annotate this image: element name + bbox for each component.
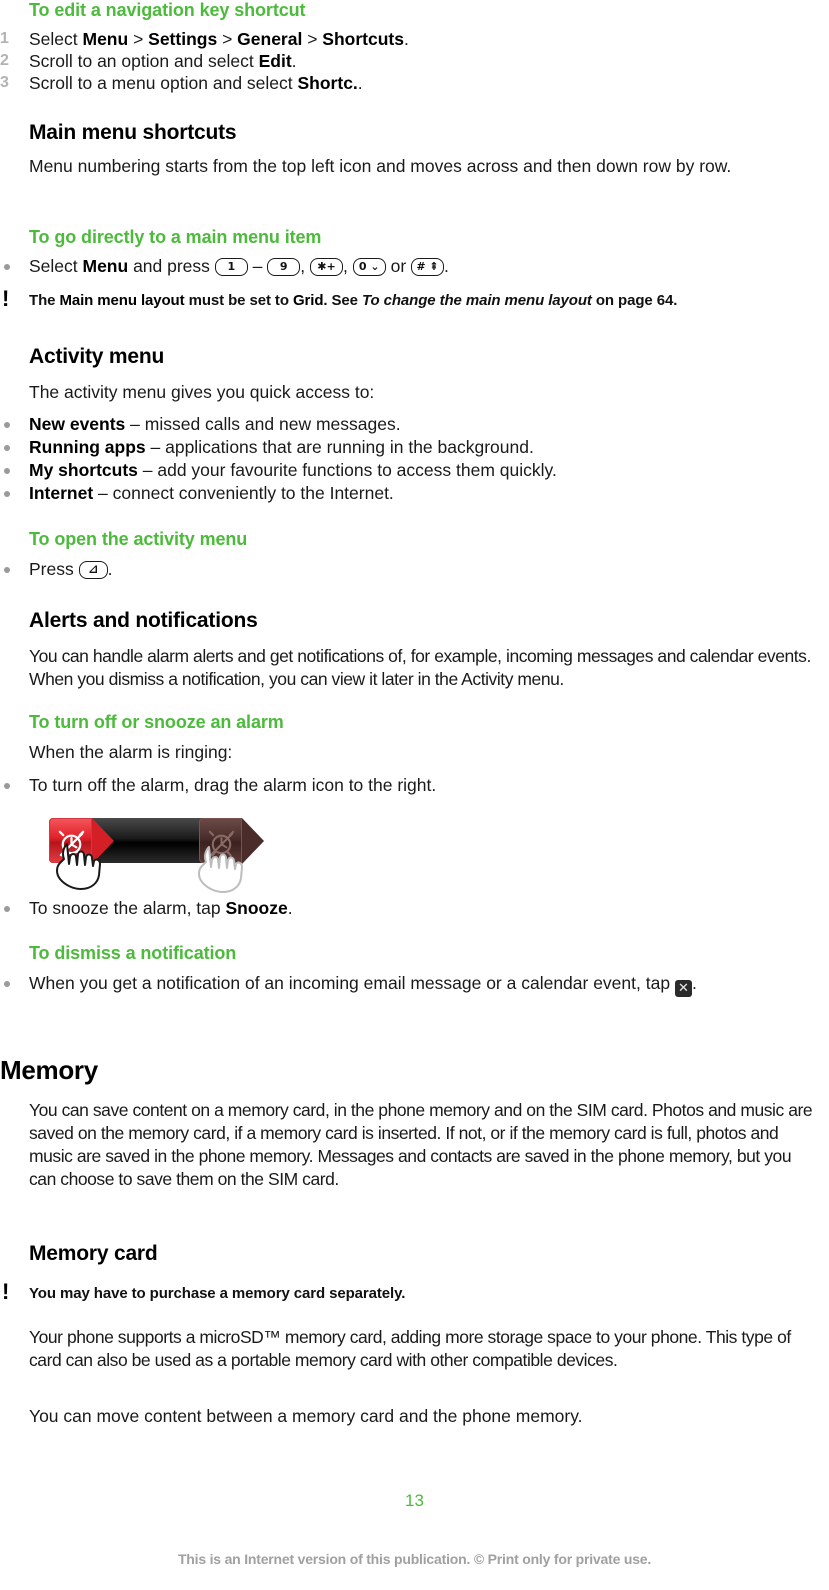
key-9-icon: 9	[267, 258, 301, 276]
bullet-dot-icon	[4, 491, 10, 497]
bullets-activity-menu-items: New events – missed calls and new messag…	[0, 413, 800, 505]
bullets-snooze-alarm: To snooze the alarm, tap Snooze.	[0, 897, 800, 920]
item-term: Internet	[29, 483, 94, 503]
steps-list-edit-nav-key: 1 Select Menu > Settings > General > Sho…	[0, 28, 800, 94]
bullet-text-end: .	[444, 256, 449, 276]
heading-alerts-notifications: Alerts and notifications	[29, 609, 258, 632]
bullet-dot-icon	[4, 468, 10, 474]
bullets-open-activity: Press ⊿.	[0, 558, 800, 581]
bullet-item: To turn off the alarm, drag the alarm ic…	[0, 774, 800, 797]
step-item: 3 Scroll to a menu option and select Sho…	[0, 72, 800, 94]
item-desc: – add your favourite functions to access…	[137, 460, 557, 480]
step-text: Select Menu > Settings > General > Short…	[29, 29, 409, 49]
exclamation-icon: !	[2, 286, 10, 311]
procedure-title-turn-off-snooze: To turn off or snooze an alarm	[29, 712, 284, 732]
activity-menu-key-icon: ⊿	[78, 561, 108, 579]
procedure-edit-nav-key: To edit a navigation key shortcut	[29, 0, 809, 21]
page-number: 13	[405, 1491, 424, 1510]
procedure-title-dismiss-notification: To dismiss a notification	[29, 943, 237, 963]
paragraph-move-content: You can move content between a memory ca…	[29, 1406, 583, 1426]
key-hash-icon: # ⇞	[411, 258, 445, 276]
alarm-slider-illustration	[29, 812, 319, 896]
key-separator-comma: ,	[342, 256, 353, 276]
item-term: My shortcuts	[29, 460, 138, 480]
item-desc: – missed calls and new messages.	[125, 414, 401, 434]
manual-page: To edit a navigation key shortcut 1 Sele…	[0, 0, 829, 1590]
dismiss-x-icon[interactable]: ✕	[674, 980, 692, 997]
bullet-text-bold: Snooze	[225, 898, 288, 918]
heading-activity-menu: Activity menu	[29, 345, 165, 368]
key-star-icon: ✱+	[309, 258, 343, 276]
footer-disclaimer: This is an Internet version of this publ…	[177, 1551, 652, 1567]
key-separator-comma: ,	[300, 256, 310, 276]
bullets-go-directly: Select Menu and press 1 – 9, ✱+, 0 ⌄ or …	[0, 255, 800, 278]
bullet-item: New events – missed calls and new messag…	[0, 413, 800, 436]
bullet-dot-icon	[4, 264, 10, 270]
bullet-dot-icon	[4, 783, 10, 789]
bullet-text-bold: Menu	[82, 256, 129, 276]
bullet-text-post: .	[691, 973, 697, 993]
bullets-turn-off-alarm: To turn off the alarm, drag the alarm ic…	[0, 774, 800, 797]
bullet-dot-icon	[4, 567, 10, 573]
bullet-text: To turn off the alarm, drag the alarm ic…	[29, 775, 437, 795]
note-main-menu-layout: ! The Main menu layout must be set to Gr…	[2, 286, 678, 311]
bullet-dot-icon	[4, 445, 10, 451]
paragraph-alerts-notifications: You can handle alarm alerts and get noti…	[29, 646, 811, 689]
heading-memory: Memory	[0, 1055, 98, 1085]
key-1-icon: 1	[214, 258, 248, 276]
paragraph-alarm-ringing: When the alarm is ringing:	[29, 742, 233, 762]
key-0-icon: 0 ⌄	[352, 258, 386, 276]
exclamation-icon: !	[2, 1279, 10, 1304]
bullet-dot-icon	[4, 906, 10, 912]
note-memory-card-purchase: ! You may have to purchase a memory card…	[0, 1279, 809, 1304]
step-number: 3	[0, 74, 9, 91]
item-term: New events	[29, 414, 126, 434]
bullet-text-pre: When you get a notification of an incomi…	[29, 973, 675, 993]
key-separator-dash: –	[247, 256, 268, 276]
paragraph-microsd: Your phone supports a microSD™ memory ca…	[29, 1327, 791, 1370]
bullet-item: When you get a notification of an incomi…	[0, 972, 790, 997]
paragraph-activity-menu: The activity menu gives you quick access…	[29, 382, 375, 402]
procedure-title-edit-nav-key: To edit a navigation key shortcut	[29, 0, 306, 20]
bullet-text-post: .	[287, 898, 293, 918]
bullet-dot-icon	[4, 422, 10, 428]
item-term: Running apps	[29, 437, 146, 457]
bullet-text-pre: To snooze the alarm, tap	[29, 898, 226, 918]
bullets-dismiss-notification: When you get a notification of an incomi…	[0, 972, 790, 997]
key-separator-or: or	[385, 256, 412, 276]
paragraph-main-menu-shortcuts: Menu numbering starts from the top left …	[29, 156, 732, 176]
hand-drag-cursor-start-icon	[56, 843, 101, 890]
bullet-item: Running apps – applications that are run…	[0, 436, 800, 459]
step-number: 1	[0, 30, 9, 47]
heading-main-menu-shortcuts: Main menu shortcuts	[29, 121, 237, 144]
step-number: 2	[0, 52, 9, 69]
bullet-dot-icon	[4, 981, 10, 987]
procedure-title-go-directly: To go directly to a main menu item	[29, 227, 322, 247]
note-text: You may have to purchase a memory card s…	[29, 1285, 406, 1302]
bullet-item: To snooze the alarm, tap Snooze.	[0, 897, 800, 920]
bullet-text-pre: Press	[29, 559, 79, 579]
bullet-item: Internet – connect conveniently to the I…	[0, 482, 800, 505]
bullet-item: My shortcuts – add your favourite functi…	[0, 459, 800, 482]
heading-memory-card: Memory card	[29, 1242, 158, 1265]
item-desc: – connect conveniently to the Internet.	[93, 483, 394, 503]
bullet-text-end: .	[107, 559, 113, 579]
bullet-item: Select Menu and press 1 – 9, ✱+, 0 ⌄ or …	[0, 255, 800, 278]
step-text: Scroll to a menu option and select Short…	[29, 73, 363, 93]
item-desc: – applications that are running in the b…	[145, 437, 534, 457]
step-text: Scroll to an option and select Edit.	[29, 51, 297, 71]
procedure-title-open-activity: To open the activity menu	[29, 529, 248, 549]
bullet-item: Press ⊿.	[0, 558, 800, 581]
paragraph-memory: You can save content on a memory card, i…	[29, 1100, 813, 1189]
bullet-text-mid: and press	[128, 256, 215, 276]
step-item: 1 Select Menu > Settings > General > Sho…	[0, 28, 800, 50]
hand-drag-cursor-end-icon	[198, 846, 243, 893]
bullet-text-pre: Select	[29, 256, 83, 276]
step-item: 2 Scroll to an option and select Edit.	[0, 50, 800, 72]
